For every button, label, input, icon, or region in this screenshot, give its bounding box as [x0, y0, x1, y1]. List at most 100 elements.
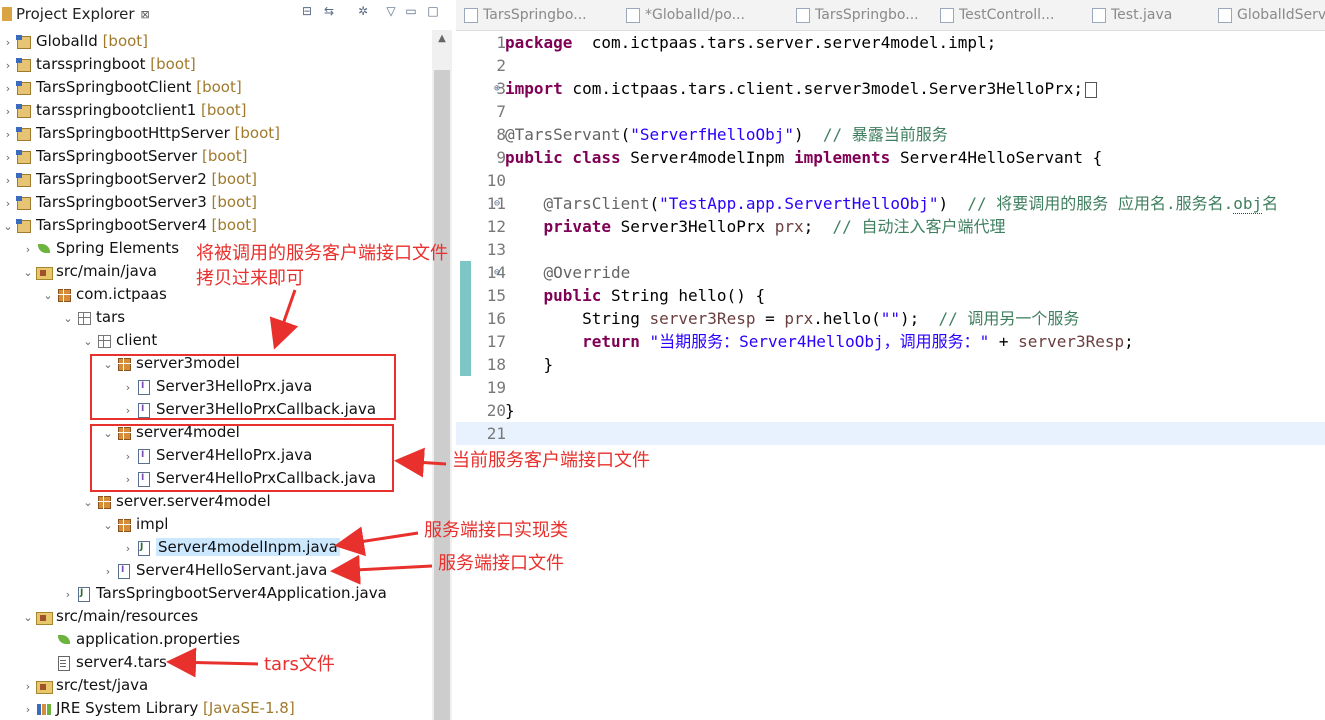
scroll-up-icon[interactable]: ▲	[432, 30, 452, 48]
line-number: 18	[486, 355, 506, 374]
tree-item[interactable]: › src/test/java	[20, 674, 148, 697]
code-line[interactable]: 14 ⊖ @Override	[456, 261, 1325, 284]
code-line[interactable]: 15 public String hello() {	[456, 284, 1325, 307]
view-menu-icon[interactable]: ▽	[384, 4, 398, 18]
package-empty-icon	[96, 334, 112, 348]
code-line[interactable]: 7	[456, 100, 1325, 123]
collapsed-chevron-icon[interactable]: ›	[100, 560, 116, 583]
tree-item-label: com.ictpaas	[76, 285, 167, 303]
collapsed-chevron-icon[interactable]: ›	[0, 169, 16, 192]
editor-tab[interactable]: Test.java	[1092, 0, 1172, 30]
code-line[interactable]: 11 ⊖ @TarsClient("TestApp.app.ServertHell…	[456, 192, 1325, 215]
editor-tab[interactable]: *GlobalId/po...	[626, 0, 745, 30]
filters-icon[interactable]: ✲	[356, 4, 370, 18]
tree-item[interactable]: › tarsspringbootclient1 [boot]	[0, 99, 247, 122]
tree-item[interactable]: › J TarsSpringbootServer4Application.java	[60, 582, 387, 605]
code-line[interactable]: 13	[456, 238, 1325, 261]
code-token: (	[649, 194, 660, 213]
project-explorer-title: Project Explorer	[16, 5, 135, 23]
collapsed-chevron-icon[interactable]: ›	[120, 537, 136, 560]
java-editor[interactable]: 1 package com.ictpaas.tars.server.server4…	[456, 31, 1325, 720]
collapsed-chevron-icon[interactable]: ›	[0, 100, 16, 123]
expanded-chevron-icon[interactable]: ⌄	[20, 261, 36, 284]
expanded-chevron-icon[interactable]: ⌄	[40, 284, 56, 307]
code-line[interactable]: 10	[456, 169, 1325, 192]
collapsed-chevron-icon[interactable]: ›	[0, 146, 16, 169]
tree-item[interactable]: ⌄ src/main/resources	[20, 605, 198, 628]
tree-item-label: JRE System Library	[56, 699, 199, 717]
explorer-scrollbar[interactable]: ▲	[432, 30, 452, 720]
collapsed-chevron-icon[interactable]: ›	[60, 583, 76, 606]
tree-item[interactable]: application.properties	[40, 628, 240, 651]
tree-item-decoration: [boot]	[206, 216, 257, 234]
collapsed-chevron-icon[interactable]: ›	[20, 698, 36, 720]
close-view-icon[interactable]: ⊠	[141, 8, 150, 21]
code-line[interactable]: 20}	[456, 399, 1325, 422]
scrollbar-thumb[interactable]	[434, 70, 450, 720]
collapsed-chevron-icon[interactable]: ›	[0, 77, 16, 100]
code-token: )	[794, 125, 823, 144]
code-line[interactable]: 21	[456, 422, 1325, 445]
line-number: 21	[486, 424, 506, 443]
code-line[interactable]: 3 ⊕ import com.ictpaas.tars.client.server3…	[456, 77, 1325, 100]
tree-item[interactable]: › JRE System Library [JavaSE-1.8]	[20, 697, 295, 720]
editor-tab[interactable]: TarsSpringbo...	[796, 0, 919, 30]
tree-item[interactable]: › I Server4HelloServant.java	[100, 559, 328, 583]
collapsed-chevron-icon[interactable]: ›	[0, 31, 16, 54]
code-text: @TarsClient("TestApp.app.ServertHelloObj…	[505, 192, 1278, 215]
tree-item[interactable]: server4.tars	[40, 651, 167, 674]
tree-item[interactable]: ⌄ TarsSpringbootServer4 [boot]	[0, 214, 257, 237]
code-line[interactable]: 18 }	[456, 353, 1325, 376]
expanded-chevron-icon[interactable]: ⌄	[80, 491, 96, 514]
expanded-chevron-icon[interactable]: ⌄	[0, 215, 16, 238]
tree-item-label: TarsSpringbootServer4	[36, 216, 207, 234]
expanded-chevron-icon[interactable]: ⌄	[60, 307, 76, 330]
tree-item[interactable]: › TarsSpringbootServer3 [boot]	[0, 191, 257, 214]
tree-item[interactable]: ⌄ client	[80, 329, 157, 352]
code-line[interactable]: 1 package com.ictpaas.tars.server.server4…	[456, 31, 1325, 54]
collapsed-chevron-icon[interactable]: ›	[0, 192, 16, 215]
editor-tab[interactable]: GlobalIdServ...	[1218, 0, 1325, 30]
fold-collapse-icon[interactable]: ⊖	[494, 192, 500, 215]
tree-item[interactable]: › TarsSpringbootHttpServer [boot]	[0, 122, 280, 145]
tree-item[interactable]: › tarsspringboot [boot]	[0, 53, 196, 76]
fold-collapse-icon[interactable]: ⊖	[494, 261, 500, 284]
folded-imports-icon[interactable]	[1084, 81, 1097, 98]
collapsed-chevron-icon[interactable]: ›	[0, 54, 16, 77]
collapse-all-icon[interactable]: ⊟	[300, 4, 314, 18]
minimize-icon[interactable]: ▭	[404, 4, 418, 18]
collapsed-chevron-icon[interactable]: ›	[20, 675, 36, 698]
tree-item[interactable]: › TarsSpringbootServer [boot]	[0, 145, 248, 169]
code-line[interactable]: 8 @TarsServant("ServerfHelloObj") // 暴露当前…	[456, 123, 1325, 146]
collapsed-chevron-icon[interactable]: ›	[0, 123, 16, 146]
tree-item[interactable]: ⌄ tars	[60, 306, 125, 329]
tree-item[interactable]: › TarsSpringbootClient [boot]	[0, 76, 242, 99]
code-line[interactable]: 19	[456, 376, 1325, 399]
tree-item[interactable]: › Spring Elements	[20, 237, 179, 260]
spring-leaf-icon	[56, 633, 72, 647]
fold-expand-icon[interactable]: ⊕	[494, 77, 500, 100]
maximize-icon[interactable]: □	[426, 4, 440, 18]
code-line[interactable]: 17 return "当期服务：Server4HelloObj，调用服务：" +…	[456, 330, 1325, 353]
tree-item[interactable]: › TarsSpringbootServer2 [boot]	[0, 168, 257, 191]
editor-tab[interactable]: TestControll...	[940, 0, 1054, 30]
expanded-chevron-icon[interactable]: ⌄	[80, 330, 96, 353]
tree-item[interactable]: ⌄ src/main/java	[20, 260, 157, 283]
tree-item[interactable]: › GlobalId [boot]	[0, 30, 148, 53]
editor-tab[interactable]: TarsSpringbo...	[464, 0, 587, 30]
code-line[interactable]: 16 String server3Resp = prx.hello(""); /…	[456, 307, 1325, 330]
tree-item[interactable]: ⌄ server.server4model	[80, 490, 270, 514]
code-line[interactable]: 12 private Server3HelloPrx prx; // 自动注入客…	[456, 215, 1325, 238]
code-line[interactable]: 2	[456, 54, 1325, 77]
collapsed-chevron-icon[interactable]: ›	[20, 238, 36, 261]
line-number: 16	[486, 309, 506, 328]
expanded-chevron-icon[interactable]: ⌄	[20, 606, 36, 629]
code-line[interactable]: 9 public class Server4modelInpm implement…	[456, 146, 1325, 169]
line-number: 19	[486, 378, 506, 397]
tree-item[interactable]: ⌄ impl	[100, 513, 168, 536]
project-explorer-tab[interactable]: Project Explorer ⊠	[0, 2, 150, 26]
tree-item[interactable]: ⌄ com.ictpaas	[40, 283, 167, 307]
tree-item[interactable]: › J Server4modelInpm.java	[120, 536, 340, 559]
link-with-editor-icon[interactable]: ⇆	[322, 4, 336, 18]
expanded-chevron-icon[interactable]: ⌄	[100, 514, 116, 537]
